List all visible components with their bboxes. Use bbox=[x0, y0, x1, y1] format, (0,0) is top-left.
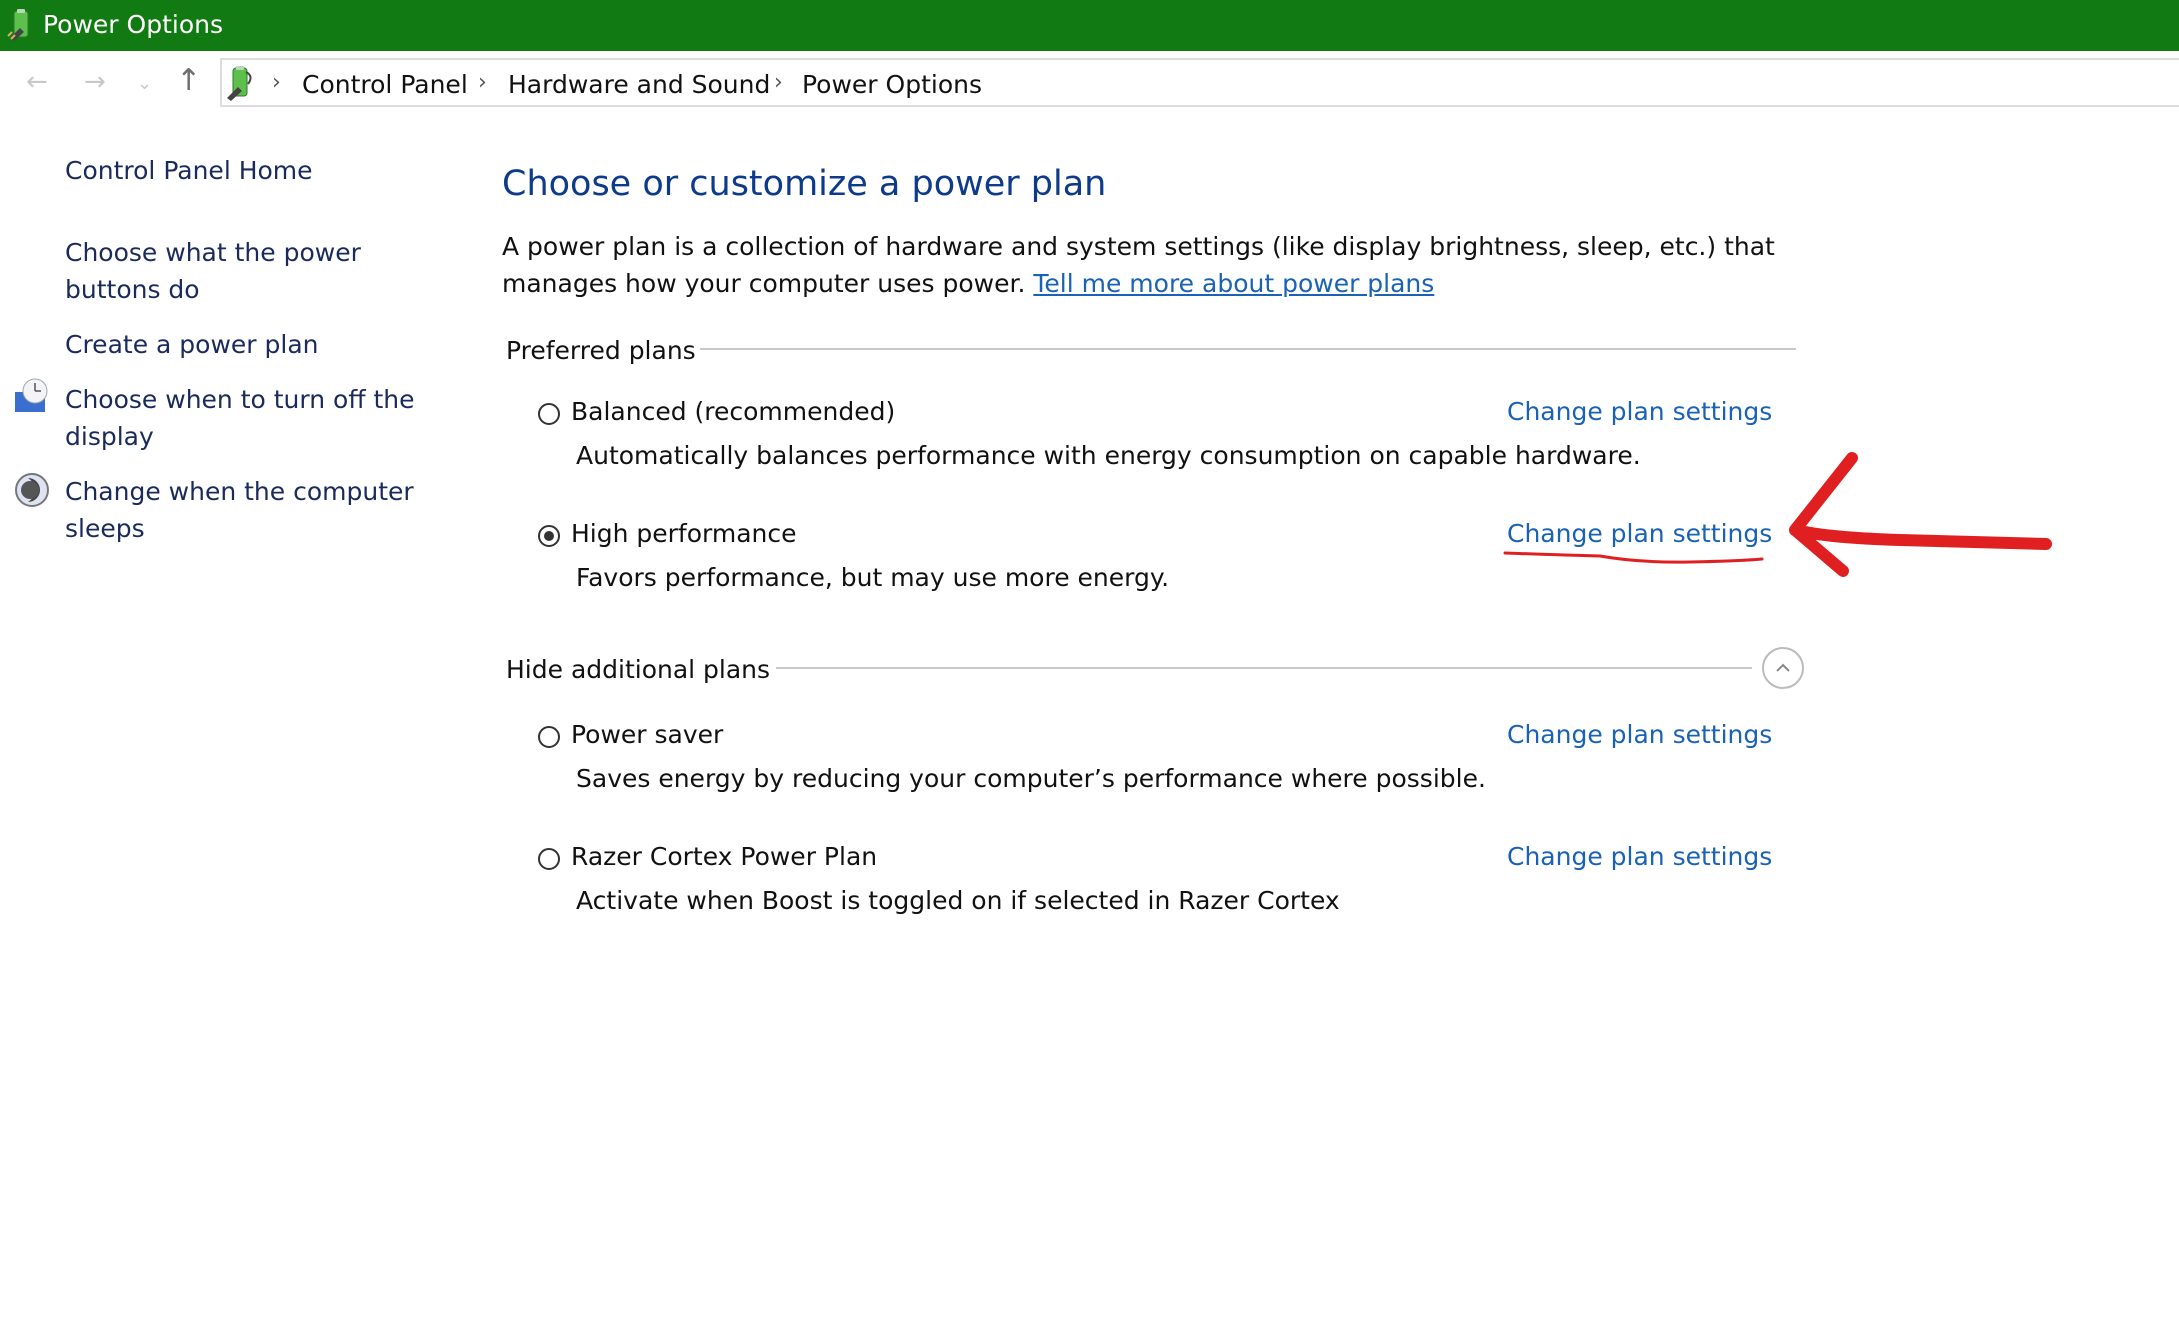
sidebar-item-power-buttons[interactable]: Choose what the power buttons do bbox=[65, 234, 425, 308]
power-plans-help-link[interactable]: Tell me more about power plans bbox=[1033, 269, 1434, 298]
collapse-additional-plans-button[interactable] bbox=[1762, 647, 1804, 689]
title-bar: Power Options bbox=[0, 0, 2179, 51]
arrow-up-icon: ↑ bbox=[176, 63, 202, 98]
group-divider bbox=[776, 667, 1752, 669]
plan-description: Saves energy by reducing your computer’s… bbox=[576, 764, 1486, 793]
window-title: Power Options bbox=[43, 10, 223, 39]
forward-button[interactable]: → bbox=[84, 67, 106, 97]
chevron-up-icon bbox=[1776, 663, 1790, 672]
arrow-left-icon: ← bbox=[26, 67, 48, 97]
plan-radio-razer-cortex[interactable] bbox=[538, 848, 560, 870]
up-button[interactable]: ↑ bbox=[176, 63, 201, 98]
breadcrumb-separator-icon: › bbox=[774, 70, 783, 95]
display-clock-icon bbox=[15, 378, 48, 412]
group-divider bbox=[700, 348, 1796, 350]
plan-name[interactable]: Power saver bbox=[571, 720, 723, 749]
plan-radio-high-performance[interactable] bbox=[538, 525, 560, 547]
breadcrumb-separator-icon: › bbox=[478, 70, 487, 95]
preferred-plans-label: Preferred plans bbox=[506, 336, 696, 365]
plan-description: Favors performance, but may use more ene… bbox=[576, 563, 1170, 592]
page-title: Choose or customize a power plan bbox=[502, 164, 1107, 204]
sidebar-item-create-power-plan[interactable]: Create a power plan bbox=[65, 326, 425, 363]
sidebar-item-control-panel-home[interactable]: Control Panel Home bbox=[65, 152, 425, 189]
plan-name[interactable]: Balanced (recommended) bbox=[571, 397, 895, 426]
sidebar-item-computer-sleeps[interactable]: Change when the computer sleeps bbox=[65, 473, 425, 547]
breadcrumb-power-options[interactable]: Power Options bbox=[802, 70, 982, 99]
change-plan-settings-high-performance[interactable]: Change plan settings bbox=[1507, 519, 1772, 548]
plan-description: Activate when Boost is toggled on if sel… bbox=[576, 886, 1340, 915]
sidebar-item-turn-off-display[interactable]: Choose when to turn off the display bbox=[65, 381, 425, 455]
annotation-underline bbox=[1503, 551, 1764, 564]
plan-radio-balanced[interactable] bbox=[538, 403, 560, 425]
hide-additional-plans-label[interactable]: Hide additional plans bbox=[506, 655, 771, 684]
navigation-bar: ← → ⌄ ↑ › Control Panel › Hardware and S… bbox=[0, 51, 2179, 113]
change-plan-settings-power-saver[interactable]: Change plan settings bbox=[1507, 720, 1772, 749]
address-bar[interactable]: › Control Panel › Hardware and Sound › P… bbox=[220, 58, 2179, 107]
intro-paragraph: A power plan is a collection of hardware… bbox=[502, 228, 1822, 302]
power-options-app-icon bbox=[7, 9, 29, 41]
plan-name[interactable]: Razer Cortex Power Plan bbox=[571, 842, 877, 871]
plan-name[interactable]: High performance bbox=[571, 519, 797, 548]
back-button[interactable]: ← bbox=[26, 67, 48, 97]
recent-locations-button[interactable]: ⌄ bbox=[137, 73, 152, 94]
plan-radio-power-saver[interactable] bbox=[538, 726, 560, 748]
power-options-location-icon bbox=[227, 66, 252, 101]
breadcrumb-control-panel[interactable]: Control Panel bbox=[302, 70, 468, 99]
change-plan-settings-razer-cortex[interactable]: Change plan settings bbox=[1507, 842, 1772, 871]
breadcrumb-hardware-and-sound[interactable]: Hardware and Sound bbox=[508, 70, 770, 99]
arrow-right-icon: → bbox=[84, 67, 106, 97]
change-plan-settings-balanced[interactable]: Change plan settings bbox=[1507, 397, 1772, 426]
red-arrow-icon bbox=[1789, 452, 2052, 577]
chevron-down-icon: ⌄ bbox=[137, 73, 153, 94]
breadcrumb-separator-icon: › bbox=[272, 70, 281, 95]
moon-sleep-icon bbox=[15, 473, 49, 507]
plan-description: Automatically balances performance with … bbox=[576, 441, 1641, 470]
